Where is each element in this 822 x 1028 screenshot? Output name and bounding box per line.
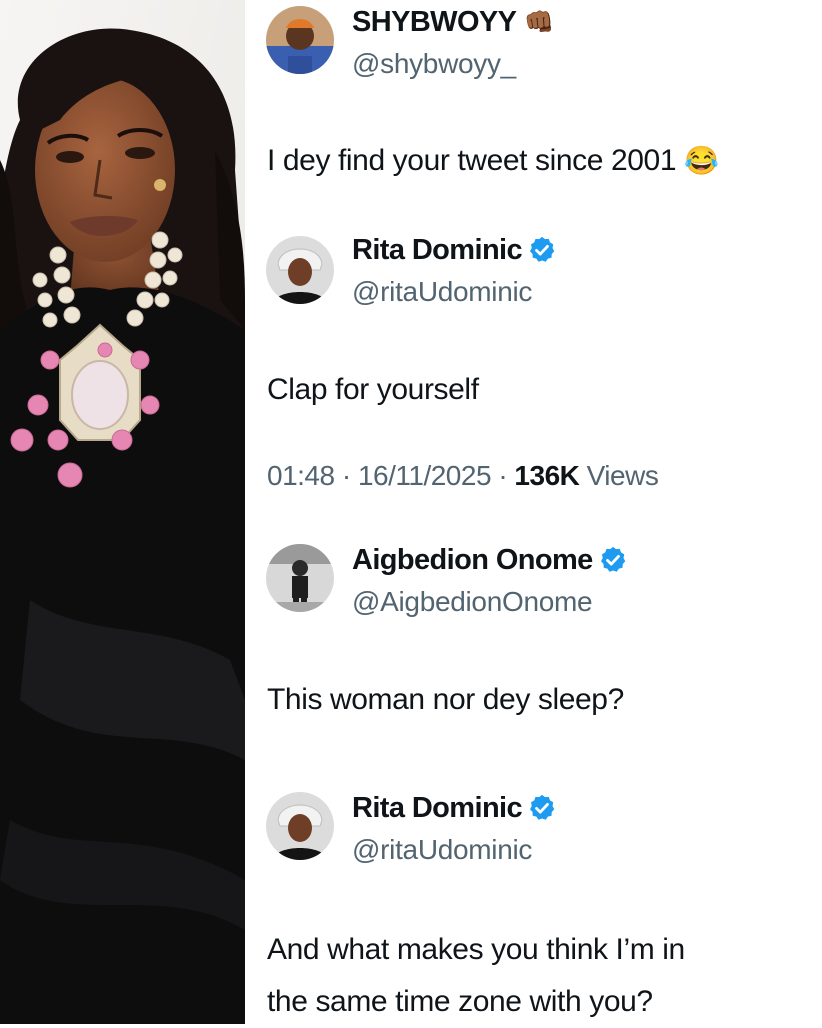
verified-badge-icon xyxy=(530,236,555,262)
display-name[interactable]: Rita Dominic xyxy=(352,234,523,267)
user-handle[interactable]: @shybwoyy_ xyxy=(352,48,516,80)
user-handle[interactable]: @ritaUdominic xyxy=(352,834,532,866)
user-handle[interactable]: @ritaUdominic xyxy=(352,276,532,308)
views-label: Views xyxy=(586,460,659,491)
avatar-aigbedion-onome[interactable] xyxy=(266,544,334,612)
tweet-rita-2[interactable]: Rita Dominic @ritaUdominic And what make… xyxy=(266,778,822,1024)
woman-portrait-photo xyxy=(0,0,245,1024)
tweet-text-line: And what makes you think I’m in xyxy=(267,933,685,966)
verified-badge-icon xyxy=(530,794,555,820)
display-name[interactable]: Rita Dominic xyxy=(352,792,523,825)
tweet-shybwoyy[interactable]: SHYBWOYY 👊🏾 @shybwoyy_ I dey find your t… xyxy=(266,0,822,200)
tweet-time[interactable]: 01:48 xyxy=(267,460,335,491)
tweet-text: I dey find your tweet since 2001 😂 xyxy=(267,144,719,177)
tweet-date[interactable]: 16/11/2025 xyxy=(358,460,492,491)
tweet-thread: SHYBWOYY 👊🏾 @shybwoyy_ I dey find your t… xyxy=(249,0,822,1024)
avatar-rita-dominic[interactable] xyxy=(266,792,334,860)
tweet-aigbedion[interactable]: Aigbedion Onome @AigbedionOnome This wom… xyxy=(266,530,822,730)
avatar-rita-dominic[interactable] xyxy=(266,236,334,304)
view-count[interactable]: 136K xyxy=(514,460,579,491)
tweet-text: And what makes you think I’m in the same… xyxy=(267,924,685,1028)
verified-badge-icon xyxy=(600,546,625,572)
fist-emoji-icon: 👊🏾 xyxy=(524,8,555,36)
tweet-rita-1[interactable]: Rita Dominic @ritaUdominic Clap for your… xyxy=(266,222,822,512)
tweet-text: Clap for yourself xyxy=(267,373,479,406)
tweet-meta: 01:48 · 16/11/2025 · 136K Views xyxy=(267,460,659,491)
display-name[interactable]: SHYBWOYY xyxy=(352,6,517,39)
display-name[interactable]: Aigbedion Onome xyxy=(352,544,593,577)
avatar-shybwoyy[interactable] xyxy=(266,6,334,74)
user-handle[interactable]: @AigbedionOnome xyxy=(352,586,593,618)
tweet-text-line: the same time zone with you? xyxy=(267,985,653,1018)
tweet-text: This woman nor dey sleep? xyxy=(267,683,624,716)
laughing-emoji-icon: 😂 xyxy=(684,145,719,176)
